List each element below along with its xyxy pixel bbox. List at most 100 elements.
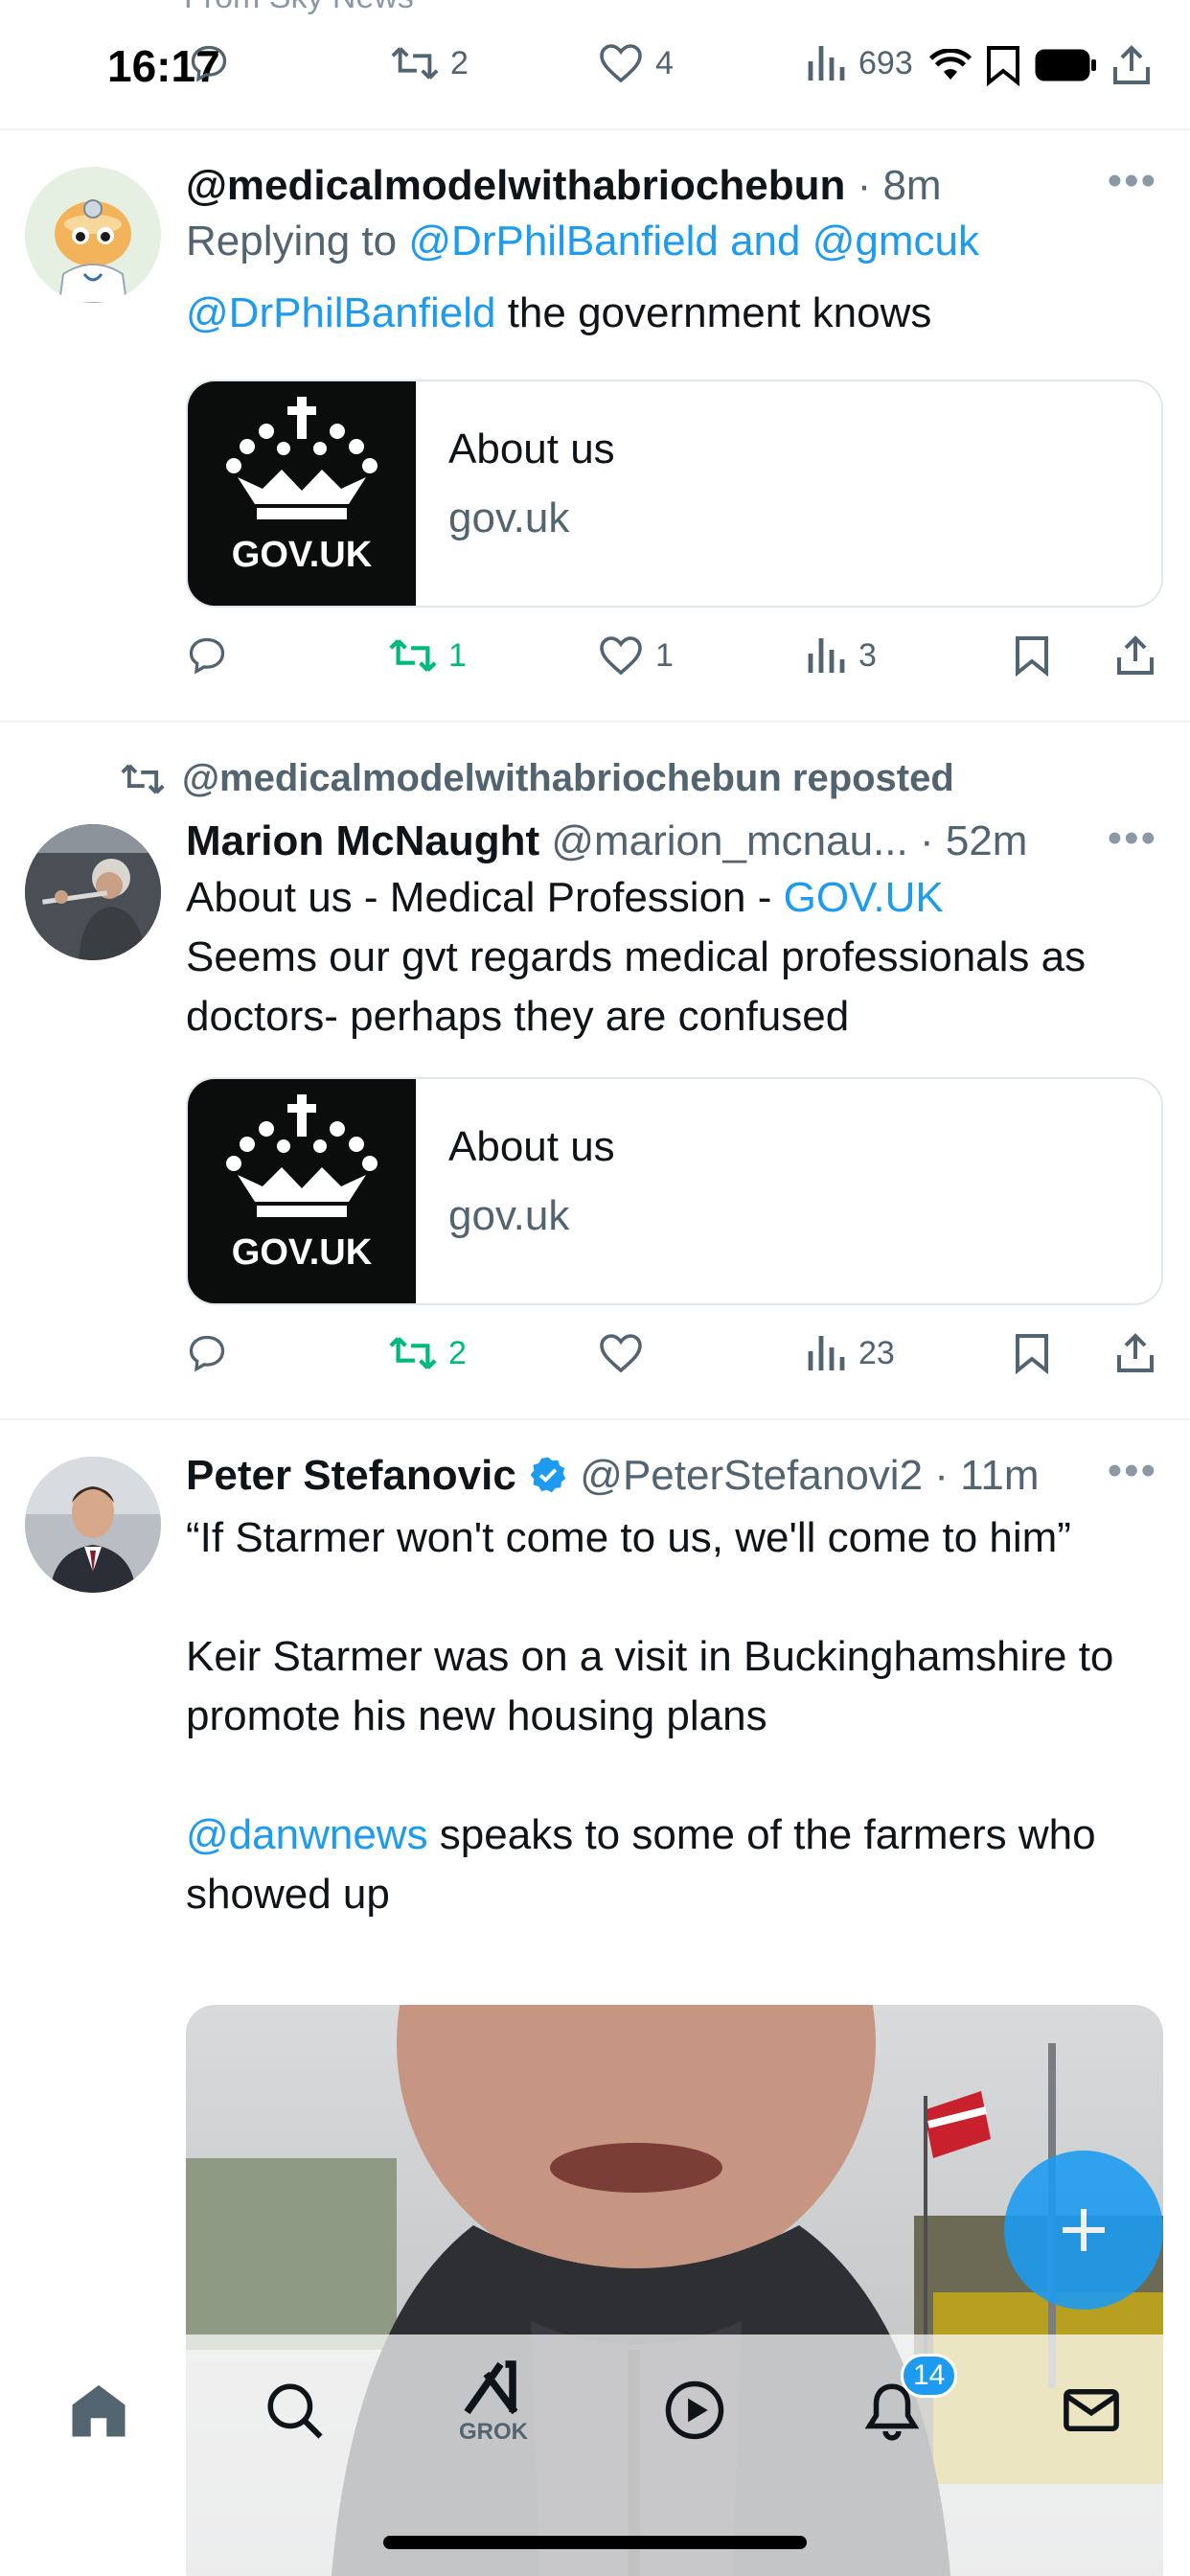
reply-icon	[189, 637, 225, 675]
tweet-actions: 2 23	[186, 1332, 1163, 1390]
retweet-button[interactable]: 1	[389, 634, 467, 677]
share-icon	[1117, 635, 1154, 675]
tab-grok[interactable]: GROK	[450, 2359, 537, 2446]
avatar[interactable]	[25, 167, 161, 303]
tweet-time[interactable]: 11m	[960, 1452, 1039, 1499]
previous-views-count: 693	[858, 44, 913, 81]
views-button[interactable]: 23	[807, 1332, 895, 1374]
bookmark-button[interactable]	[1014, 634, 1050, 677]
tweet-paragraph: Keir Starmer was on a visit in Buckingha…	[186, 1633, 1114, 1739]
link-card[interactable]: GOV.UK About us gov.uk	[186, 380, 1163, 608]
author-name[interactable]: @medicalmodelwithabriochebun	[186, 162, 845, 209]
previous-like-button[interactable]: 4	[598, 42, 674, 84]
views-icon	[808, 46, 845, 80]
notifications-badge: 14	[901, 2354, 958, 2398]
like-icon	[600, 1334, 642, 1373]
views-count: 3	[858, 636, 877, 674]
messages-icon	[1064, 2389, 1119, 2431]
avatar[interactable]	[25, 824, 161, 960]
previous-reply-button[interactable]	[188, 42, 230, 84]
tweet-header: Peter Stefanovic @PeterStefanovi2 · 11m	[186, 1452, 1040, 1499]
card-domain: gov.uk	[448, 494, 570, 541]
retweet-button[interactable]: 2	[389, 1332, 467, 1374]
reply-button[interactable]	[186, 634, 228, 677]
tab-home[interactable]	[56, 2367, 142, 2453]
like-button[interactable]: 1	[598, 634, 674, 677]
mention-link[interactable]: @danwnews	[186, 1811, 428, 1858]
author-handle[interactable]: @marion_mcnau...	[551, 817, 907, 864]
previous-tweet-source: From Sky News	[184, 0, 414, 16]
mention-link[interactable]: @DrPhilBanfield	[186, 289, 495, 336]
reply-icon	[191, 45, 227, 82]
tab-messages[interactable]	[1048, 2367, 1134, 2453]
govuk-logo-text: GOV.UK	[231, 1232, 373, 1273]
govuk-logo-text: GOV.UK	[231, 535, 373, 575]
tweet-header: Marion McNaught @marion_mcnau... · 52m	[186, 817, 1028, 864]
search-icon	[267, 2383, 323, 2439]
author-name[interactable]: Peter Stefanovic	[186, 1452, 516, 1499]
author-name[interactable]: Marion McNaught	[186, 817, 539, 864]
status-bar: From Sky News 16:17 2 4 693	[0, 0, 1190, 130]
compose-button[interactable]	[1004, 2150, 1163, 2310]
like-count: 1	[655, 636, 674, 674]
avatar[interactable]	[25, 1457, 161, 1593]
retweet-icon	[389, 1337, 437, 1369]
govuk-logo: GOV.UK	[188, 381, 416, 606]
grok-label: GROK	[459, 2419, 528, 2445]
previous-views-button[interactable]: 693	[807, 42, 913, 84]
tweet-paragraph: @danwnews speaks to some of the farmers …	[186, 1811, 1096, 1918]
verified-icon	[530, 1457, 566, 1493]
share-button[interactable]	[1115, 1332, 1156, 1374]
govuk-link[interactable]: GOV.UK	[784, 874, 944, 921]
previous-retweet-button[interactable]: 2	[391, 42, 469, 84]
tweet-time[interactable]: 8m	[882, 162, 941, 209]
replying-to: Replying to @DrPhilBanfield and @gmcuk	[186, 218, 979, 264]
retweet-icon	[389, 639, 437, 672]
tab-search[interactable]	[251, 2367, 337, 2453]
link-card[interactable]: GOV.UK About us gov.uk	[186, 1077, 1163, 1305]
retweet-count: 2	[448, 1334, 467, 1371]
card-title: About us	[448, 1123, 615, 1170]
card-domain: gov.uk	[448, 1192, 570, 1239]
like-icon	[600, 44, 642, 83]
retweet-count: 1	[448, 636, 467, 674]
reply-button[interactable]	[186, 1332, 228, 1374]
bookmark-icon	[1016, 636, 1048, 677]
govuk-logo: GOV.UK	[188, 1079, 416, 1303]
share-button[interactable]	[1115, 634, 1156, 677]
retweet-icon	[121, 763, 165, 794]
crown-icon	[226, 397, 378, 519]
like-button[interactable]	[598, 1332, 644, 1374]
author-handle[interactable]: @PeterStefanovi2	[580, 1452, 923, 1499]
tab-video[interactable]	[652, 2367, 738, 2453]
views-button[interactable]: 3	[807, 634, 877, 677]
tweet-time[interactable]: 52m	[946, 817, 1028, 864]
tweet-repost[interactable]: @medicalmodelwithabriochebun reposted ••…	[0, 723, 1190, 1420]
replying-to-users[interactable]: @DrPhilBanfield and @gmcuk	[408, 218, 979, 264]
share-icon[interactable]	[1111, 44, 1152, 86]
retweet-icon	[391, 47, 439, 80]
previous-retweet-count: 2	[450, 44, 469, 81]
tweet-text: About us - Medical Profession - GOV.UK S…	[186, 874, 1087, 1040]
wifi-icon	[929, 49, 972, 80]
video-icon	[665, 2380, 724, 2440]
like-icon	[600, 636, 642, 676]
home-indicator[interactable]	[383, 2536, 807, 2549]
views-count: 23	[858, 1334, 895, 1371]
reply-icon	[189, 1335, 225, 1372]
tweet-reply[interactable]: ••• @medicalmodelwithabriochebun · 8m Re…	[0, 130, 1190, 723]
bookmark-button[interactable]	[1014, 1332, 1050, 1374]
tweet-paragraph: “If Starmer won't come to us, we'll come…	[186, 1514, 1071, 1561]
person-playing-flute-avatar-icon	[25, 824, 161, 960]
bookmark-icon[interactable]	[985, 44, 1021, 86]
tweet-header: @medicalmodelwithabriochebun · 8m	[186, 162, 942, 209]
tweet-actions: 1 1 3	[186, 634, 1163, 692]
previous-like-count: 4	[655, 44, 674, 81]
card-title: About us	[448, 426, 615, 472]
repost-indicator[interactable]: @medicalmodelwithabriochebun reposted	[121, 757, 954, 800]
share-icon	[1117, 1333, 1154, 1372]
reposted-by: @medicalmodelwithabriochebun reposted	[182, 757, 954, 799]
tweet-text: “If Starmer won't come to us, we'll come…	[186, 1508, 1163, 1924]
man-in-suit-avatar-icon	[25, 1457, 161, 1593]
tweet-text: @DrPhilBanfield the government knows	[186, 289, 932, 336]
